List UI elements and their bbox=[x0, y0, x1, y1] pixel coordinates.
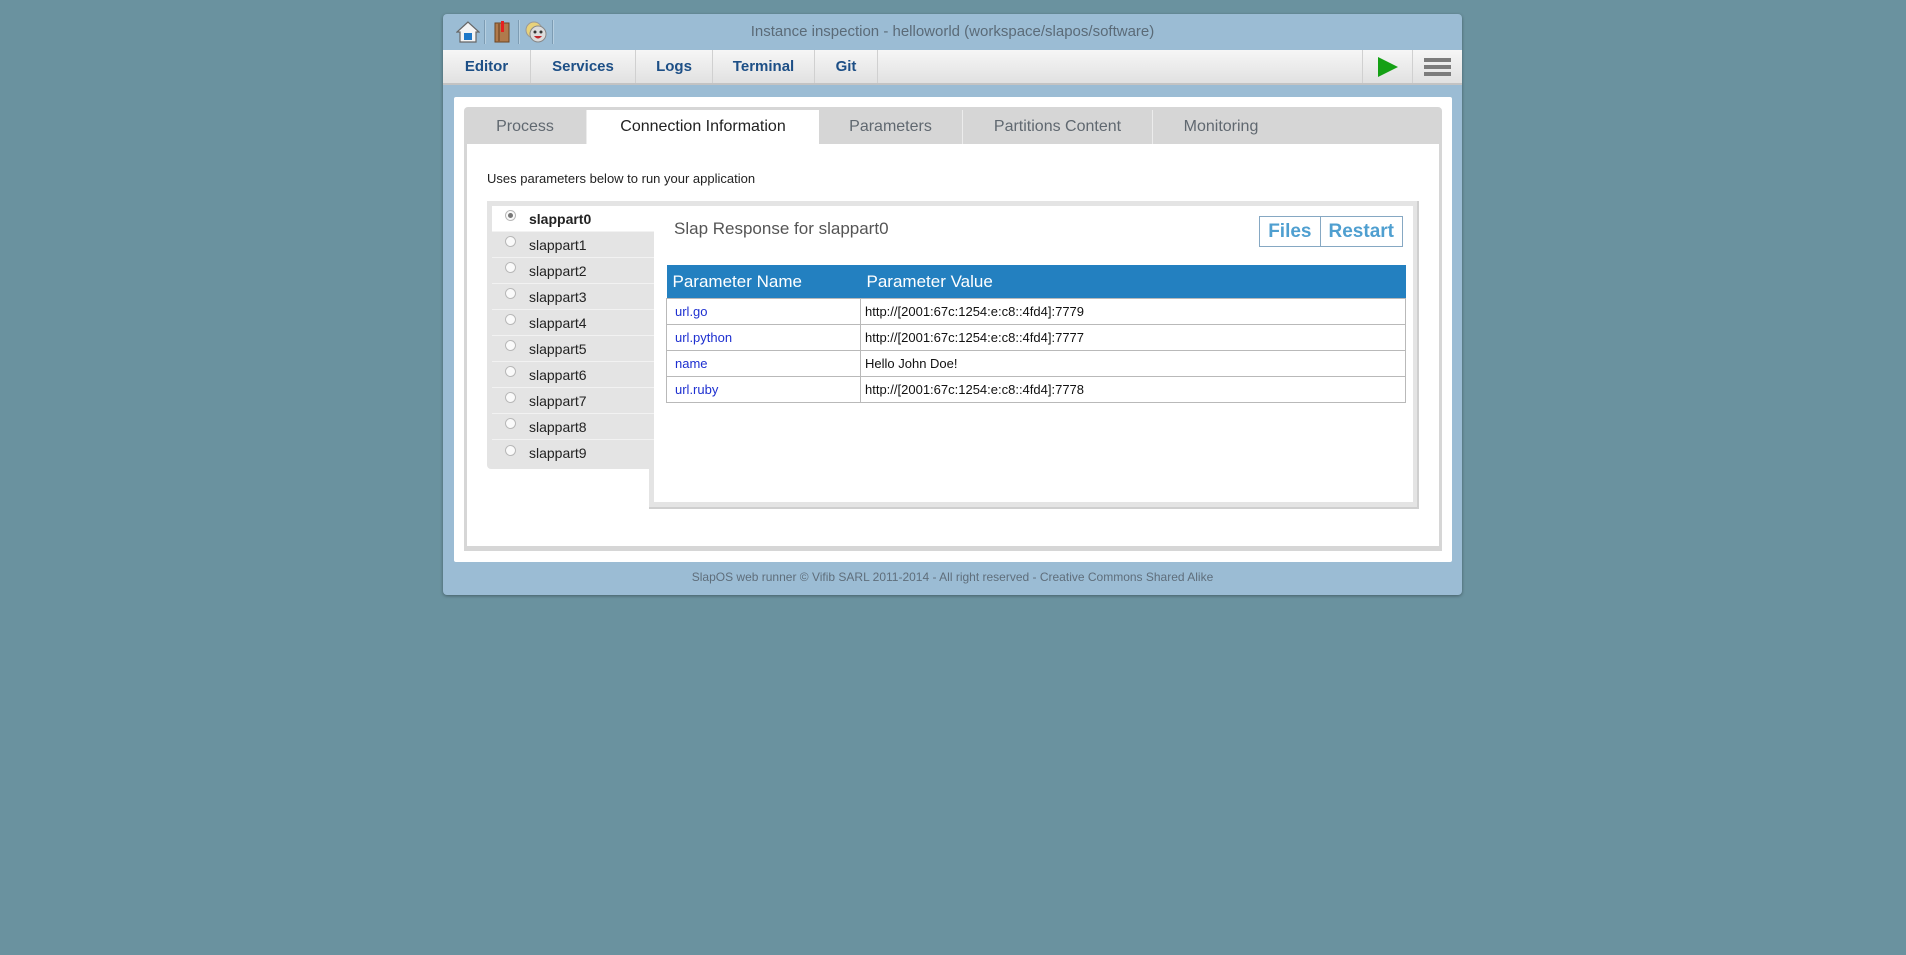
main-panel: Process Connection Information Parameter… bbox=[454, 97, 1452, 562]
table-row: url.ruby http://[2001:67c:1254:e:c8::4fd… bbox=[666, 376, 1406, 403]
tab-parameters[interactable]: Parameters bbox=[819, 110, 963, 144]
partition-label: slappart6 bbox=[529, 366, 587, 383]
tab-content: Uses parameters below to run your applic… bbox=[467, 144, 1439, 546]
nav-git[interactable]: Git bbox=[815, 50, 878, 83]
partition-label: slappart9 bbox=[529, 445, 587, 461]
partition-item-slappart7[interactable]: slappart7 bbox=[492, 388, 654, 414]
partition-item-slappart9[interactable]: slappart9 bbox=[492, 440, 654, 466]
play-icon bbox=[1377, 56, 1398, 77]
partition-label: slappart3 bbox=[529, 288, 587, 305]
parameter-value: http://[2001:67c:1254:e:c8::4fd4]:7777 bbox=[860, 324, 1406, 351]
menu-icon bbox=[1424, 55, 1451, 79]
partition-label: slappart1 bbox=[529, 236, 587, 253]
radio[interactable] bbox=[505, 314, 516, 325]
partition-item-slappart4[interactable]: slappart4 bbox=[492, 310, 654, 336]
parameters-table: Parameter Name Parameter Value url.go ht… bbox=[666, 265, 1406, 403]
partition-label: slappart5 bbox=[529, 340, 587, 357]
radio[interactable] bbox=[505, 444, 516, 456]
partition-list: slappart0 slappart1 slappart2 slappart3 … bbox=[487, 201, 654, 469]
nav-logs[interactable]: Logs bbox=[636, 50, 713, 83]
slap-response-section: Slap Response for slappart0 Files Restar… bbox=[487, 201, 1419, 509]
radio[interactable] bbox=[505, 340, 516, 351]
partition-item-slappart2[interactable]: slappart2 bbox=[492, 258, 654, 284]
parameter-value: http://[2001:67c:1254:e:c8::4fd4]:7778 bbox=[860, 376, 1406, 403]
column-header-name: Parameter Name bbox=[666, 265, 861, 299]
description: Uses parameters below to run your applic… bbox=[487, 171, 756, 186]
radio[interactable] bbox=[505, 418, 516, 429]
nav-services[interactable]: Services bbox=[531, 50, 636, 83]
tab-process[interactable]: Process bbox=[464, 110, 587, 144]
partition-item-slappart0[interactable]: slappart0 bbox=[492, 206, 654, 232]
restart-button[interactable]: Restart bbox=[1319, 217, 1402, 246]
radio-selected[interactable] bbox=[505, 210, 516, 221]
partition-item-slappart3[interactable]: slappart3 bbox=[492, 284, 654, 310]
partition-item-slappart5[interactable]: slappart5 bbox=[492, 336, 654, 362]
radio[interactable] bbox=[505, 366, 516, 377]
partition-item-slappart1[interactable]: slappart1 bbox=[492, 232, 654, 258]
tab-connection-information[interactable]: Connection Information bbox=[587, 110, 819, 144]
table-row: url.python http://[2001:67c:1254:e:c8::4… bbox=[666, 324, 1406, 351]
action-buttons: Files Restart bbox=[1259, 216, 1403, 247]
run-button[interactable] bbox=[1362, 50, 1412, 83]
partition-item-slappart8[interactable]: slappart8 bbox=[492, 414, 654, 440]
radio[interactable] bbox=[505, 262, 516, 273]
table-row: url.go http://[2001:67c:1254:e:c8::4fd4]… bbox=[666, 298, 1406, 325]
tab-monitoring[interactable]: Monitoring bbox=[1153, 110, 1289, 144]
nav-editor[interactable]: Editor bbox=[443, 50, 531, 83]
parameter-value: http://[2001:67c:1254:e:c8::4fd4]:7779 bbox=[860, 298, 1406, 325]
column-header-value: Parameter Value bbox=[860, 265, 1406, 299]
response-title: Slap Response for slappart0 bbox=[674, 219, 889, 238]
tab-bar: Process Connection Information Parameter… bbox=[464, 110, 1289, 144]
parameter-name[interactable]: url.go bbox=[666, 298, 861, 325]
tabs-container: Process Connection Information Parameter… bbox=[464, 107, 1442, 551]
tab-partitions-content[interactable]: Partitions Content bbox=[963, 110, 1153, 144]
partition-label: slappart8 bbox=[529, 418, 587, 435]
nav-terminal[interactable]: Terminal bbox=[713, 50, 815, 83]
parameter-value: Hello John Doe! bbox=[860, 350, 1406, 377]
parameter-name[interactable]: url.python bbox=[666, 324, 861, 351]
partition-label: slappart4 bbox=[529, 314, 587, 331]
radio[interactable] bbox=[505, 236, 516, 247]
parameter-name[interactable]: name bbox=[666, 350, 861, 377]
parameter-name[interactable]: url.ruby bbox=[666, 376, 861, 403]
partition-item-slappart6[interactable]: slappart6 bbox=[492, 362, 654, 388]
menu-button[interactable] bbox=[1412, 50, 1462, 83]
window-title: Instance inspection - helloworld (worksp… bbox=[750, 23, 1155, 40]
table-row: name Hello John Doe! bbox=[666, 350, 1406, 377]
partition-label: slappart2 bbox=[529, 262, 587, 279]
files-button[interactable]: Files bbox=[1260, 217, 1319, 246]
radio[interactable] bbox=[505, 288, 516, 299]
radio[interactable] bbox=[505, 392, 516, 403]
app-frame: Instance inspection - helloworld (worksp… bbox=[443, 14, 1462, 595]
title-bar: Instance inspection - helloworld (worksp… bbox=[443, 14, 1462, 50]
partition-label: slappart7 bbox=[529, 392, 587, 409]
footer: SlapOS web runner © Vifib SARL 2011-2014… bbox=[691, 570, 1214, 584]
response-panel: Slap Response for slappart0 Files Restar… bbox=[649, 201, 1419, 509]
nav-bar: Editor Services Logs Terminal Git bbox=[443, 50, 1462, 85]
partition-label: slappart0 bbox=[529, 210, 592, 227]
